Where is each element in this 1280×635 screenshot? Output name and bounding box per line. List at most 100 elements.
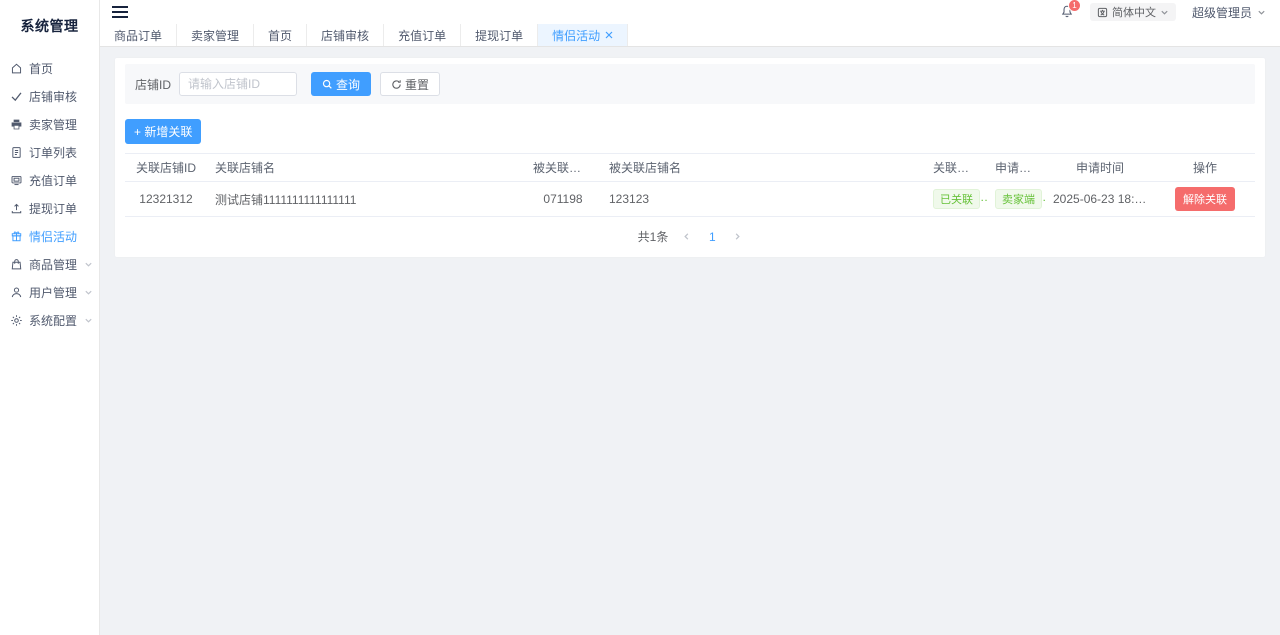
col-link-shop-id: 关联店铺ID — [125, 153, 207, 182]
app-layout: 系统管理 首页 店铺审核 卖家管理 订单列表 充值订单 提现订单 情侣活动 商品… — [0, 0, 1280, 635]
tab-label: 卖家管理 — [191, 28, 240, 43]
sidebar-item-withdraw-orders[interactable]: 提现订单 — [0, 194, 99, 222]
language-selector[interactable]: 简体中文 — [1089, 3, 1176, 21]
user-menu[interactable]: 超级管理员 — [1192, 4, 1266, 21]
refresh-icon — [392, 79, 401, 89]
apply-method-badge: 卖家端 — [995, 189, 1042, 209]
col-apply-time: 申请时间 — [1045, 153, 1155, 182]
next-page-icon[interactable] — [733, 232, 742, 241]
cell-link-shop-id: 12321312 — [125, 181, 207, 217]
add-association-button[interactable]: + 新增关联 — [125, 119, 202, 144]
search-icon — [322, 79, 332, 89]
recharge-icon — [11, 175, 22, 185]
sidebar-item-seller-management[interactable]: 卖家管理 — [0, 110, 99, 138]
sidebar-item-recharge-orders[interactable]: 充值订单 — [0, 166, 99, 194]
pagination-total: 共1条 — [637, 230, 669, 244]
prev-page-icon[interactable] — [682, 232, 691, 241]
app-title: 系统管理 — [20, 18, 79, 34]
sidebar: 系统管理 首页 店铺审核 卖家管理 订单列表 充值订单 提现订单 情侣活动 商品… — [0, 0, 100, 635]
col-linked-shop-id: 被关联店铺ID — [525, 153, 601, 182]
shop-id-label: 店铺ID — [135, 77, 172, 92]
tab-label: 提现订单 — [475, 28, 524, 43]
sidebar-item-label: 充值订单 — [29, 173, 78, 188]
col-actions: 操作 — [1155, 153, 1255, 182]
notification-button[interactable]: 1 — [1060, 0, 1081, 20]
tab-recharge-orders[interactable]: 充值订单 — [384, 24, 462, 46]
user-role-label: 超级管理员 — [1191, 5, 1252, 20]
sidebar-item-system-config[interactable]: 系统配置 — [0, 306, 99, 334]
cell-linked-shop-id: 071198 — [525, 181, 601, 217]
chevron-down-icon — [85, 318, 92, 323]
sidebar-item-couple-activity[interactable]: 情侣活动 — [0, 222, 99, 250]
printer-icon — [11, 119, 22, 129]
sidebar-item-shop-audit[interactable]: 店铺审核 — [0, 82, 99, 110]
shop-id-input[interactable] — [179, 72, 298, 96]
collapse-sidebar-icon[interactable] — [112, 5, 128, 19]
search-button-label: 查询 — [336, 77, 361, 92]
main-area: 1 简体中文 超级管理员 商品订单 卖家管理 首页 店铺审核 充值订单 提现订单 — [100, 0, 1280, 635]
sidebar-item-home[interactable]: 首页 — [0, 54, 99, 82]
sidebar-item-label: 订单列表 — [29, 145, 78, 160]
tab-label: 充值订单 — [398, 28, 447, 43]
cell-linked-shop-name: 123123 — [601, 181, 925, 217]
chevron-down-icon — [1258, 10, 1265, 15]
col-link-shop-name: 关联店铺名 — [207, 153, 525, 182]
withdraw-icon — [11, 203, 22, 213]
table-header-row: 关联店铺ID 关联店铺名 被关联店铺ID 被关联店铺名 关联状态 申请方式 申请… — [125, 153, 1255, 182]
sidebar-item-label: 用户管理 — [29, 285, 78, 300]
search-button[interactable]: 查询 — [311, 72, 372, 96]
tabbar: 商品订单 卖家管理 首页 店铺审核 充值订单 提现订单 情侣活动 — [100, 24, 1280, 47]
reset-button[interactable]: 重置 — [380, 72, 441, 96]
tab-home[interactable]: 首页 — [254, 24, 308, 46]
tab-seller-management[interactable]: 卖家管理 — [177, 24, 255, 46]
association-table: 关联店铺ID 关联店铺名 被关联店铺ID 被关联店铺名 关联状态 申请方式 申请… — [125, 153, 1255, 217]
cell-apply-time: 2025-06-23 18:54:39 — [1045, 181, 1155, 217]
tab-label: 店铺审核 — [321, 28, 370, 43]
chevron-down-icon — [85, 290, 92, 295]
sidebar-item-label: 情侣活动 — [29, 229, 78, 244]
chevron-down-icon — [85, 262, 92, 267]
table-row: 12321312 测试店铺1111111111111111 071198 123… — [125, 181, 1255, 217]
pagination: 共1条 1 — [125, 228, 1255, 245]
sidebar-menu: 首页 店铺审核 卖家管理 订单列表 充值订单 提现订单 情侣活动 商品管理 用户… — [0, 52, 99, 334]
col-linked-shop-name: 被关联店铺名 — [601, 153, 925, 182]
sidebar-item-label: 提现订单 — [29, 201, 78, 216]
filter-bar: 店铺ID 查询 重置 — [125, 64, 1255, 104]
tab-label: 首页 — [268, 28, 293, 43]
sidebar-item-order-list[interactable]: 订单列表 — [0, 138, 99, 166]
topbar-right: 1 简体中文 超级管理员 — [1060, 0, 1266, 21]
notification-badge: 1 — [1067, 0, 1081, 12]
check-icon — [11, 91, 22, 101]
tab-shop-audit[interactable]: 店铺审核 — [307, 24, 385, 46]
col-status: 关联状态 — [925, 153, 987, 182]
language-label: 简体中文 — [1111, 7, 1156, 19]
document-icon — [12, 146, 21, 158]
reset-button-label: 重置 — [405, 77, 430, 92]
sidebar-item-label: 卖家管理 — [29, 117, 78, 132]
close-tab-icon[interactable] — [605, 31, 613, 39]
bag-icon — [11, 258, 22, 269]
language-icon — [1097, 7, 1108, 17]
page-number[interactable]: 1 — [705, 230, 719, 244]
remove-association-button[interactable]: 解除关联 — [1175, 187, 1235, 211]
topbar: 1 简体中文 超级管理员 — [100, 0, 1280, 24]
tab-couple-activity[interactable]: 情侣活动 — [538, 24, 629, 46]
tab-withdraw-orders[interactable]: 提现订单 — [461, 24, 539, 46]
tab-label: 商品订单 — [114, 28, 163, 43]
user-icon — [11, 286, 22, 297]
sidebar-item-label: 首页 — [29, 61, 54, 76]
gear-icon — [11, 314, 22, 326]
sidebar-item-user-management[interactable]: 用户管理 — [0, 278, 99, 306]
tab-label: 情侣活动 — [552, 28, 601, 43]
content-area: 店铺ID 查询 重置 + 新增关联 — [100, 47, 1280, 635]
cell-link-shop-name: 测试店铺1111111111111111 — [207, 181, 525, 217]
sidebar-item-label: 商品管理 — [29, 257, 78, 272]
sidebar-item-goods-management[interactable]: 商品管理 — [0, 250, 99, 278]
col-apply-method: 申请方式 — [987, 153, 1045, 182]
sidebar-item-label: 店铺审核 — [29, 89, 78, 104]
chevron-down-icon — [1161, 10, 1168, 15]
status-badge: 已关联 — [933, 189, 980, 209]
tab-goods-orders[interactable]: 商品订单 — [100, 24, 178, 46]
home-icon — [11, 63, 22, 73]
content-card: 店铺ID 查询 重置 + 新增关联 — [115, 58, 1265, 257]
